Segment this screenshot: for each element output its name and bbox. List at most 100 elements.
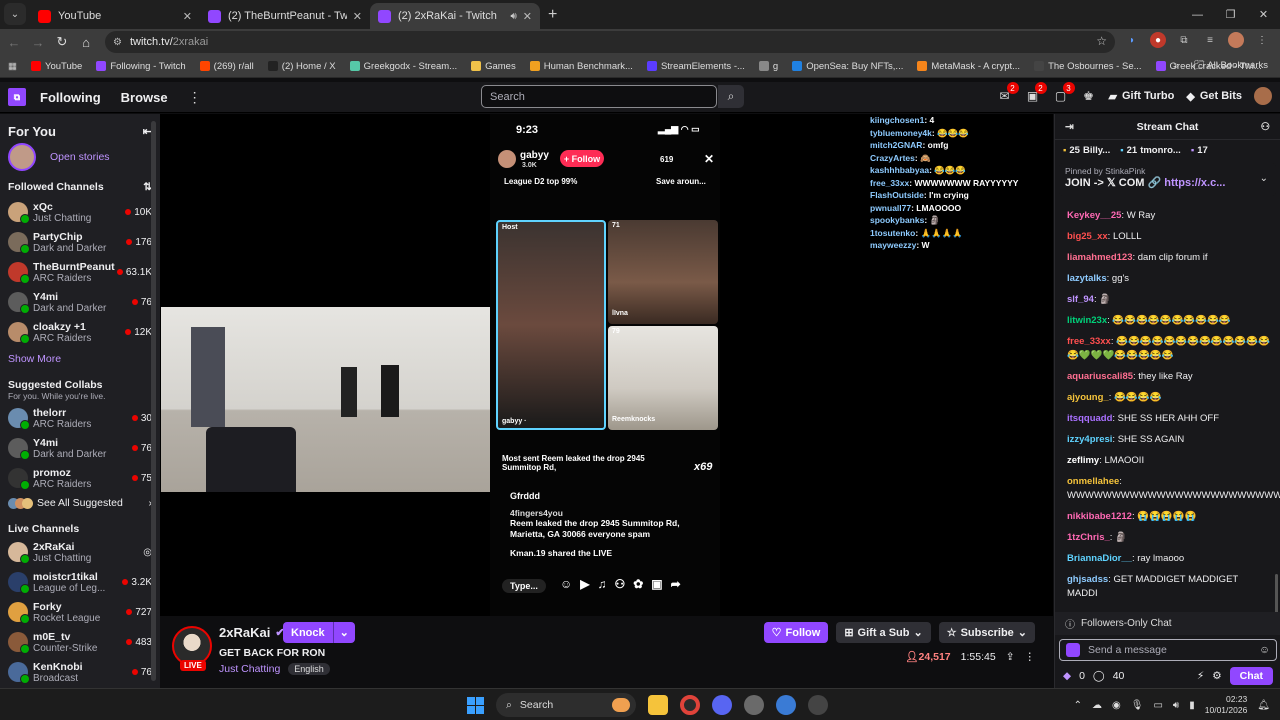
language-tag[interactable]: English — [288, 663, 330, 675]
bookmark-item[interactable]: g — [758, 61, 778, 72]
media-control-icon[interactable]: ≡ — [1202, 32, 1218, 48]
steam-icon[interactable] — [808, 695, 828, 715]
get-bits-button[interactable]: ◆ Get Bits — [1186, 90, 1242, 103]
bookmark-item[interactable]: (269) r/all — [199, 61, 254, 72]
show-more-link[interactable]: Show More — [0, 353, 160, 365]
suggested-channel-item[interactable]: promoz ARC Raiders 75 — [0, 463, 160, 493]
profile-avatar[interactable] — [1228, 32, 1244, 48]
gift-leader[interactable]: ▪ 17 — [1191, 145, 1211, 156]
video-player[interactable]: 9:23 ▂▄▆ ◠ ▭ gabyy 3.0K + Follow 619 ✕ L… — [160, 114, 1053, 616]
whispers-icon[interactable]: ▢ 3 — [1053, 82, 1075, 104]
suggested-channel-item[interactable]: Y4mi Dark and Darker 76 — [0, 433, 160, 463]
search-icon[interactable]: ⌕ — [718, 85, 744, 108]
channel-points-icon[interactable]: ◯ — [1093, 670, 1105, 682]
network-icon[interactable]: ▭ — [1153, 700, 1162, 711]
search-input[interactable]: Search — [481, 85, 717, 108]
menu-icon[interactable]: ⋮ — [1254, 32, 1270, 48]
chat-username[interactable]: BriannaDior__ — [1067, 553, 1132, 564]
file-explorer-icon[interactable] — [648, 695, 668, 715]
live-channel-item[interactable]: m0E_tv Counter-Strike 483 — [0, 627, 160, 657]
close-tab-icon[interactable]: ✕ — [183, 10, 192, 23]
close-tab-icon[interactable]: ✕ — [353, 10, 362, 23]
chat-username[interactable]: lazytalks — [1067, 273, 1107, 284]
maximize-icon[interactable]: ❐ — [1214, 0, 1247, 29]
drops-icon[interactable]: ▣ 2 — [1025, 82, 1047, 104]
share-icon[interactable]: ⇪ — [1006, 651, 1015, 663]
bits-icon[interactable]: ◆ — [1063, 670, 1071, 682]
chat-send-button[interactable]: Chat — [1229, 667, 1273, 685]
followed-channel-item[interactable]: Y4mi Dark and Darker 76 — [0, 287, 160, 317]
bookmark-item[interactable]: MetaMask - A crypt... — [917, 61, 1020, 72]
gift-leader[interactable]: ▪ 25 Billy... — [1063, 145, 1110, 156]
chat-username[interactable]: zeflimy — [1067, 455, 1099, 466]
category-link[interactable]: Just Chatting — [219, 663, 280, 675]
live-channel-item[interactable]: moistcr1tikal League of Leg... 3.2K — [0, 567, 160, 597]
gift-turbo-button[interactable]: ▰ Gift Turbo — [1109, 90, 1175, 103]
emote-icon[interactable]: ☺ — [1259, 644, 1270, 656]
bookmark-item[interactable]: Greekgodx - Stream... — [349, 61, 457, 72]
puzzle-icon[interactable]: ⧉ — [1176, 32, 1192, 48]
chat-username[interactable]: aquariuscali85 — [1067, 371, 1133, 382]
knock-button[interactable]: Knock ⌄ — [283, 622, 355, 643]
bookmark-item[interactable]: OpenSea: Buy NFTs,... — [792, 61, 903, 72]
suggested-channel-item[interactable]: thelorr ARC Raiders 30 — [0, 403, 160, 433]
gift-sub-button[interactable]: ⊞ Gift a Sub ⌄ — [836, 622, 931, 643]
prime-icon[interactable]: ♚ — [1081, 88, 1097, 104]
inbox-icon[interactable]: ✉ 2 — [997, 82, 1019, 104]
extension-icon[interactable]: ◗ — [1124, 32, 1140, 48]
taskbar-search[interactable]: ⌕ Search — [496, 693, 636, 717]
chevron-down-icon[interactable]: ⌄ — [1260, 173, 1268, 184]
new-tab-button[interactable]: + — [548, 6, 557, 24]
chat-identity-icon[interactable] — [1066, 643, 1080, 657]
nav-following[interactable]: Following — [40, 90, 101, 105]
stories-avatar[interactable] — [8, 143, 36, 171]
tab-search-button[interactable]: ⌄ — [4, 3, 26, 25]
chat-username[interactable]: nikkibabe1212 — [1067, 511, 1132, 522]
chat-username[interactable]: litwin23x — [1067, 315, 1107, 326]
chat-username[interactable]: onmellahee — [1067, 476, 1119, 487]
bookmark-item[interactable]: Following - Twitch — [96, 61, 186, 72]
tray-chevron-icon[interactable]: ⌃ — [1074, 700, 1082, 711]
home-icon[interactable]: ⌂ — [74, 35, 98, 50]
windows-start-icon[interactable] — [467, 696, 484, 714]
chat-username[interactable]: 1tzChris_ — [1067, 532, 1110, 543]
forward-icon[interactable]: → — [26, 35, 50, 50]
tray-app-icon[interactable]: ☁ — [1092, 700, 1102, 711]
chat-scrollbar[interactable] — [1275, 574, 1278, 614]
see-all-suggested[interactable]: See All Suggested› — [0, 493, 160, 513]
reload-icon[interactable]: ↻ — [50, 34, 74, 50]
minimize-icon[interactable]: — — [1181, 0, 1214, 29]
chat-username[interactable]: free_33xx — [1067, 336, 1111, 347]
bookmark-item[interactable]: Games — [471, 61, 516, 72]
more-options-icon[interactable]: ⋮ — [1025, 651, 1036, 663]
followed-channel-item[interactable]: xQc Just Chatting 10K — [0, 197, 160, 227]
speaker-icon[interactable]: 🔊︎ — [510, 11, 516, 22]
extension-icon[interactable]: ● — [1150, 32, 1166, 48]
live-channel-item[interactable]: 2xRaKai Just Chatting ◎ — [0, 537, 160, 567]
back-icon[interactable]: ← — [2, 35, 26, 50]
subscribe-button[interactable]: ☆ Subscribe ⌄ — [938, 622, 1035, 643]
tab-youtube[interactable]: YouTube ✕ — [30, 3, 200, 29]
volume-icon[interactable]: 🔊︎ — [1173, 700, 1179, 711]
chat-username[interactable]: Keykey__25 — [1067, 210, 1121, 221]
site-info-icon[interactable]: ⚙ — [113, 37, 122, 48]
chat-username[interactable]: itsqquadd — [1067, 413, 1112, 424]
send-message-input[interactable]: Send a message ☺ — [1059, 639, 1277, 661]
collapse-chat-icon[interactable]: ⇥ — [1065, 121, 1074, 133]
live-channel-item[interactable]: Forky Rocket League 727 — [0, 597, 160, 627]
clock[interactable]: 02:23 10/01/2026 — [1205, 694, 1248, 716]
chat-username[interactable]: ajyoung_ — [1067, 392, 1109, 403]
bookmark-item[interactable]: Human Benchmark... — [529, 61, 633, 72]
tab-theburntpeanut[interactable]: (2) TheBurntPeanut - Twitch✕ — [200, 3, 370, 29]
chat-username[interactable]: ghjsadss — [1067, 574, 1108, 585]
discord-icon[interactable] — [712, 695, 732, 715]
ccleaner-icon[interactable] — [776, 695, 796, 715]
all-bookmarks[interactable]: 📁︎ All Bookmarks — [1193, 60, 1268, 71]
channel-name[interactable]: 2xRaKai — [219, 625, 270, 640]
followed-channel-item[interactable]: cloakzy +1 ARC Raiders 12K — [0, 317, 160, 347]
chat-username[interactable]: big25_xx — [1067, 231, 1108, 242]
settings-app-icon[interactable] — [744, 695, 764, 715]
bookmark-star-icon[interactable]: ☆ — [1096, 34, 1107, 48]
twitch-logo-icon[interactable]: ⧉ — [8, 88, 26, 106]
close-tab-icon[interactable]: ✕ — [523, 10, 532, 23]
